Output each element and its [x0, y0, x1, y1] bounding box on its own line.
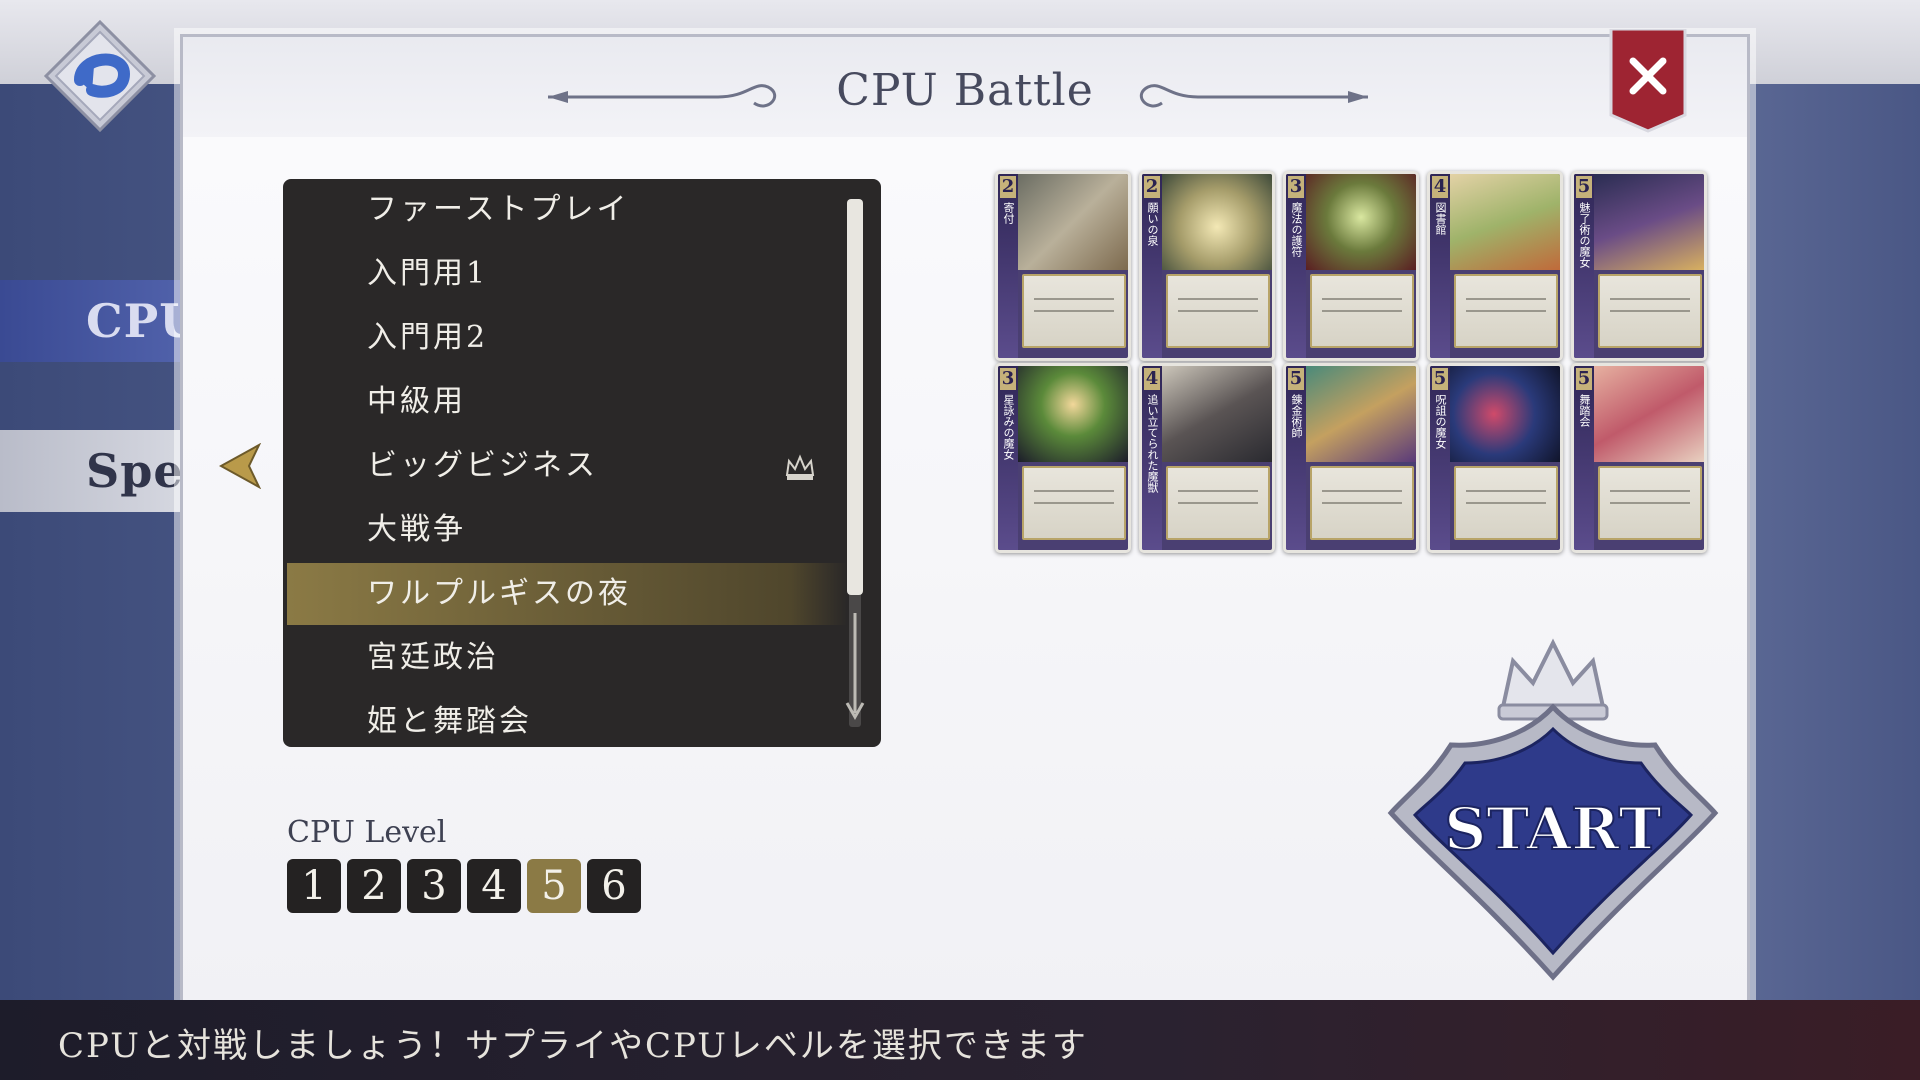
card-name: 魅了術の魔女: [1578, 202, 1591, 268]
scrollbar-thumb[interactable]: [847, 199, 863, 595]
supply-card[interactable]: 4 追い立てられた魔獣: [1139, 363, 1275, 553]
list-item[interactable]: 中級用: [287, 371, 847, 433]
back-button[interactable]: [40, 16, 160, 136]
list-item[interactable]: 入門用2: [287, 307, 847, 369]
card-text-box: [1454, 274, 1558, 348]
card-text-box: [1310, 274, 1414, 348]
cpu-level-3-button[interactable]: 3: [407, 859, 461, 913]
side-tab-special-label: Spe: [86, 444, 184, 498]
cpu-level-label: CPU Level: [287, 815, 447, 850]
supply-card[interactable]: 2 寄付: [995, 171, 1131, 361]
supply-card[interactable]: 5 魅了術の魔女: [1571, 171, 1707, 361]
list-item[interactable]: 入門用1: [287, 243, 847, 305]
start-label: START: [1444, 795, 1661, 863]
side-tab-cpu[interactable]: CPU: [0, 280, 199, 362]
card-cost: 3: [1288, 176, 1304, 198]
card-name: 寄付: [1002, 202, 1015, 224]
cpu-level-2-button[interactable]: 2: [347, 859, 401, 913]
crown-icon: [785, 454, 815, 480]
card-text-box: [1454, 466, 1558, 540]
supply-card[interactable]: 2 願いの泉: [1139, 171, 1275, 361]
cpu-level-4-button[interactable]: 4: [467, 859, 521, 913]
list-item-selected[interactable]: ワルプルギスの夜: [287, 563, 847, 625]
card-cost: 5: [1432, 368, 1448, 390]
card-name: 魔法の護符: [1290, 202, 1303, 257]
footer-hint-bar: CPUと対戦しましょう！サプライやCPUレベルを選択できます: [0, 1000, 1920, 1080]
card-cost: 4: [1432, 176, 1448, 198]
side-tab-special[interactable]: Spe: [0, 430, 183, 512]
card-text-box: [1310, 466, 1414, 540]
card-cost: 4: [1144, 368, 1160, 390]
card-art: [1018, 174, 1128, 270]
card-cost: 3: [1000, 368, 1016, 390]
card-art: [1306, 366, 1416, 462]
list-item[interactable]: 宮廷政治: [287, 627, 847, 689]
card-art: [1018, 366, 1128, 462]
card-cost: 5: [1576, 176, 1592, 198]
list-scrollbar[interactable]: [843, 193, 867, 733]
list-item[interactable]: 姫と舞踏会: [287, 691, 847, 747]
card-art: [1594, 366, 1704, 462]
card-text-box: [1598, 274, 1702, 348]
list-item[interactable]: ファーストプレイ: [287, 179, 847, 241]
card-art: [1162, 174, 1272, 270]
card-name: 呪詛の魔女: [1434, 394, 1447, 449]
supply-card[interactable]: 4 図書館: [1427, 171, 1563, 361]
card-art: [1450, 366, 1560, 462]
card-text-box: [1166, 466, 1270, 540]
card-name: 追い立てられた魔獣: [1146, 394, 1159, 493]
cpu-battle-panel: CPU Battle ファーストプレイ 入門用1 入門用2 中級用 ビッグビジネ…: [180, 29, 1750, 1008]
start-button[interactable]: START: [1383, 637, 1723, 987]
card-text-box: [1022, 466, 1126, 540]
card-name: 星詠みの魔女: [1002, 394, 1015, 460]
card-name: 願いの泉: [1146, 202, 1159, 246]
card-art: [1162, 366, 1272, 462]
card-name: 錬金術師: [1290, 394, 1303, 438]
card-art: [1594, 174, 1704, 270]
footer-hint-text: CPUと対戦しましょう！サプライやCPUレベルを選択できます: [58, 1026, 1088, 1066]
card-name: 舞踏会: [1578, 394, 1591, 427]
close-button[interactable]: [1609, 29, 1687, 133]
supply-card[interactable]: 3 魔法の護符: [1283, 171, 1419, 361]
card-art: [1450, 174, 1560, 270]
card-cost: 5: [1288, 368, 1304, 390]
supply-list: ファーストプレイ 入門用1 入門用2 中級用 ビッグビジネス 大戦争 ワルプルギ…: [283, 179, 881, 747]
cpu-level-1-button[interactable]: 1: [287, 859, 341, 913]
card-cost: 2: [1000, 176, 1016, 198]
card-text-box: [1166, 274, 1270, 348]
card-cost: 2: [1144, 176, 1160, 198]
list-pointer-arrow-icon: [219, 443, 261, 489]
card-name: 図書館: [1434, 202, 1447, 235]
list-item[interactable]: ビッグビジネス: [287, 435, 847, 497]
supply-card[interactable]: 3 星詠みの魔女: [995, 363, 1131, 553]
cpu-level-5-button[interactable]: 5: [527, 859, 581, 913]
card-cost: 5: [1576, 368, 1592, 390]
card-text-box: [1598, 466, 1702, 540]
supply-card[interactable]: 5 呪詛の魔女: [1427, 363, 1563, 553]
list-item[interactable]: 大戦争: [287, 499, 847, 561]
supply-card[interactable]: 5 舞踏会: [1571, 363, 1707, 553]
panel-title: CPU Battle: [836, 65, 1094, 116]
cpu-level-6-button[interactable]: 6: [587, 859, 641, 913]
supply-card[interactable]: 5 錬金術師: [1283, 363, 1419, 553]
card-art: [1306, 174, 1416, 270]
card-text-box: [1022, 274, 1126, 348]
